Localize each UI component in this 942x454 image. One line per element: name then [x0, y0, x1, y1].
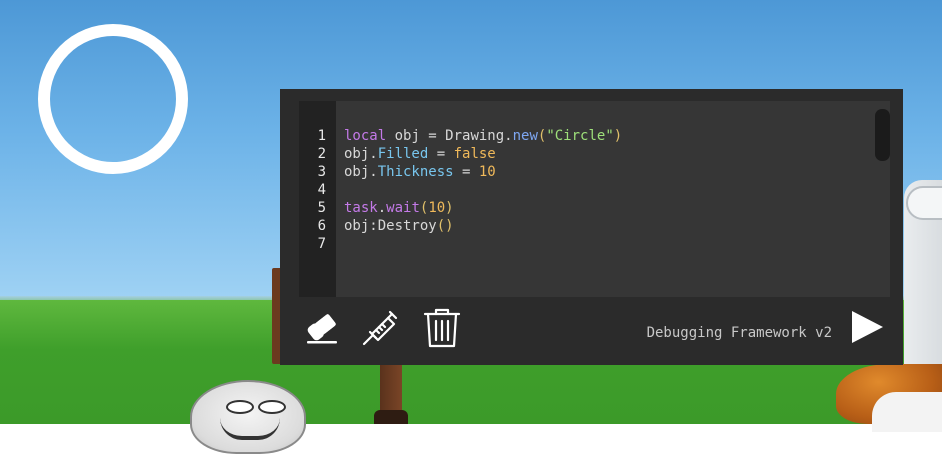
- code-token: ): [445, 200, 454, 216]
- line-number: 4: [317, 182, 326, 198]
- code-token: "Circle": [546, 128, 614, 144]
- code-editor[interactable]: 1 2 3 4 5 6 7 local obj = Drawing.new("Circle"…: [299, 101, 890, 297]
- code-token: (): [436, 218, 454, 234]
- code-area[interactable]: local obj = Drawing.new("Circle") obj.Fil…: [336, 101, 890, 297]
- code-token: obj.: [344, 146, 378, 162]
- code-token: new: [512, 128, 538, 144]
- code-line[interactable]: obj.Filled = false: [344, 145, 496, 163]
- code-token: Thickness: [377, 164, 454, 180]
- code-token: =: [453, 164, 479, 180]
- line-number: 1: [317, 128, 326, 144]
- code-token: wait: [386, 200, 420, 216]
- code-token: obj:Destroy: [344, 218, 437, 234]
- run-button[interactable]: [848, 308, 886, 346]
- clear-button[interactable]: [302, 307, 342, 347]
- code-token: 10: [478, 164, 496, 180]
- troll-eye-right: [258, 400, 286, 414]
- code-line[interactable]: obj:Destroy(): [344, 217, 454, 235]
- code-line[interactable]: local obj = Drawing.new("Circle"): [344, 127, 622, 145]
- toilet-lid: [906, 186, 942, 220]
- troll-mouth: [220, 418, 280, 440]
- code-line[interactable]: task.wait(10): [344, 199, 454, 217]
- code-token: Filled: [377, 146, 429, 162]
- code-token: false: [453, 146, 496, 162]
- avatar-face: [872, 392, 942, 432]
- code-token: obj.: [344, 164, 378, 180]
- eraser-icon: [303, 308, 341, 346]
- line-number-gutter: 1 2 3 4 5 6 7: [299, 101, 336, 297]
- drawn-circle: [38, 24, 188, 174]
- code-token: task: [344, 200, 378, 216]
- code-token: =: [428, 146, 454, 162]
- post-base: [374, 410, 408, 424]
- code-line[interactable]: obj.Thickness = 10: [344, 163, 496, 181]
- troll-eye-left: [226, 400, 254, 414]
- play-icon: [849, 309, 885, 345]
- framework-label: Debugging Framework v2: [646, 325, 832, 341]
- code-token: .: [377, 200, 387, 216]
- syringe-icon: [360, 306, 402, 348]
- code-token: local: [344, 128, 387, 144]
- line-number: 2: [317, 146, 326, 162]
- inject-button[interactable]: [359, 306, 403, 348]
- line-number: 3: [317, 164, 326, 180]
- troll-face-prop: [190, 380, 306, 454]
- trash-icon: [423, 305, 461, 349]
- delete-button[interactable]: [422, 305, 462, 349]
- debug-panel: 1 2 3 4 5 6 7 local obj = Drawing.new("Circle"…: [280, 89, 903, 365]
- line-number: 7: [317, 236, 326, 252]
- editor-scrollbar[interactable]: [875, 109, 890, 161]
- code-token: obj = Drawing.: [386, 128, 513, 144]
- code-token: ): [613, 128, 623, 144]
- line-number: 5: [317, 200, 326, 216]
- line-number: 6: [317, 218, 326, 234]
- code-token: 10: [428, 200, 446, 216]
